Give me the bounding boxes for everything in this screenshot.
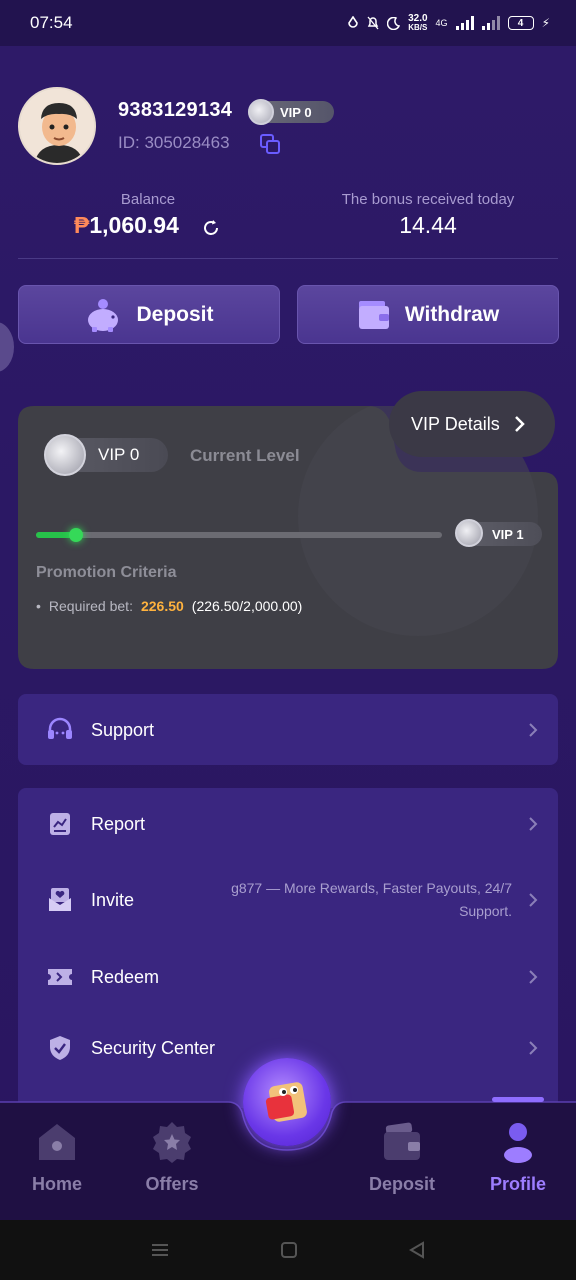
battery-icon: 4: [507, 16, 534, 30]
promotion-criteria-title: Promotion Criteria: [36, 564, 177, 581]
nav-deposit-label: Deposit: [368, 1174, 435, 1194]
nav-profile-label: Profile: [489, 1174, 546, 1194]
home-square-icon[interactable]: [280, 1241, 298, 1259]
withdraw-button[interactable]: Withdraw: [297, 285, 559, 344]
divider: [18, 258, 558, 259]
deposit-label: Deposit: [136, 302, 214, 326]
required-bet-ratio: (226.50/2,000.00): [191, 598, 303, 614]
invite-label: Invite: [91, 889, 135, 910]
user-id: ID: 305028463: [118, 133, 230, 152]
nav-offers-label: Offers: [145, 1174, 199, 1194]
vip-progress-bar: [36, 528, 442, 542]
report-label: Report: [91, 813, 146, 834]
net-speed: 32.0 KB/S: [408, 13, 428, 33]
next-vip-crown-icon: [455, 519, 483, 547]
offers-badge-icon: [153, 1122, 191, 1163]
chevron-right-icon: [529, 723, 538, 737]
mascot-game-icon: [265, 1082, 307, 1122]
redeem-label: Redeem: [91, 966, 160, 987]
center-game-button[interactable]: [243, 1058, 331, 1146]
bullet: •: [36, 598, 41, 614]
required-bet-value: 226.50: [140, 598, 184, 614]
menu-item-report[interactable]: Report: [18, 794, 558, 854]
currency-symbol: ₱: [74, 212, 90, 238]
profile-person-icon: [504, 1123, 532, 1163]
wallet-icon: [384, 1122, 420, 1160]
balance-label: Balance: [120, 191, 176, 208]
chevron-right-icon: [529, 1041, 538, 1055]
recents-menu-icon[interactable]: [150, 1242, 170, 1258]
vip-details-label: VIP Details: [411, 413, 500, 434]
status-time: 07:54: [30, 13, 73, 32]
balance-amount: 1,060.94: [89, 212, 179, 238]
back-triangle-icon[interactable]: [408, 1241, 426, 1259]
vip-details-button[interactable]: VIP Details: [389, 391, 555, 457]
nav-profile[interactable]: Profile: [468, 1120, 568, 1195]
nav-home-label: Home: [31, 1174, 82, 1194]
signal-icon-2: [481, 16, 500, 30]
refresh-icon[interactable]: [201, 218, 221, 238]
vip-crown-icon: [248, 99, 274, 125]
required-bet-row: • Required bet: 226.50 (226.50/2,000.00): [36, 598, 302, 614]
ticket-icon: [48, 969, 72, 985]
nav-home[interactable]: Home: [7, 1120, 107, 1195]
menu-item-support[interactable]: Support: [18, 700, 558, 760]
shield-icon: [50, 1036, 70, 1060]
chevron-right-icon: [529, 817, 538, 831]
system-navigation-bar: [0, 1220, 576, 1280]
piggy-bank-icon: [88, 298, 119, 332]
signal-icon: [455, 16, 474, 30]
wallet-icon: [358, 300, 389, 329]
status-icons: 32.0 KB/S 4G 4 ⚡: [347, 14, 550, 32]
bonus-value: 14.44: [399, 212, 457, 238]
username: 9383129134: [118, 99, 233, 121]
balance-value: ₱1,060.94: [74, 212, 179, 239]
deposit-button[interactable]: Deposit: [18, 285, 280, 344]
menu-item-invite[interactable]: Invite g877 — More Rewards, Faster Payou…: [18, 870, 558, 930]
bonus-label: The bonus received today: [341, 191, 515, 208]
security-center-label: Security Center: [91, 1037, 216, 1058]
vip-progress-marker: [68, 528, 83, 542]
withdraw-label: Withdraw: [404, 302, 500, 326]
home-icon: [39, 1124, 75, 1160]
current-level-label: Current Level: [190, 446, 300, 465]
active-tab-indicator: [492, 1097, 544, 1102]
network-type: 4G: [435, 18, 448, 28]
support-label: Support: [91, 719, 155, 740]
chevron-right-icon: [529, 970, 538, 984]
nav-deposit[interactable]: Deposit: [352, 1120, 452, 1195]
status-bar: 07:54 32.0 KB/S 4G 4 ⚡: [0, 0, 576, 46]
menu-item-redeem[interactable]: Redeem: [18, 947, 558, 1007]
nav-offers[interactable]: Offers: [122, 1120, 222, 1195]
support-card: Support: [18, 694, 558, 765]
vip-crown-icon-large: [44, 434, 86, 476]
moon-icon: [387, 16, 401, 30]
charging-icon: ⚡: [541, 16, 550, 30]
report-icon: [50, 813, 70, 835]
copy-icon[interactable]: [259, 133, 281, 155]
avatar[interactable]: [18, 87, 96, 165]
drop-icon: [348, 16, 358, 28]
invite-promo-text: g877 — More Rewards, Faster Payouts, 24/…: [231, 880, 512, 919]
bell-off-icon: [367, 16, 379, 30]
chevron-right-icon: [514, 416, 525, 432]
headset-icon: [48, 717, 72, 739]
invite-envelope-icon: [49, 888, 71, 911]
required-bet-label: Required bet:: [48, 598, 133, 614]
chevron-right-icon: [529, 893, 538, 907]
